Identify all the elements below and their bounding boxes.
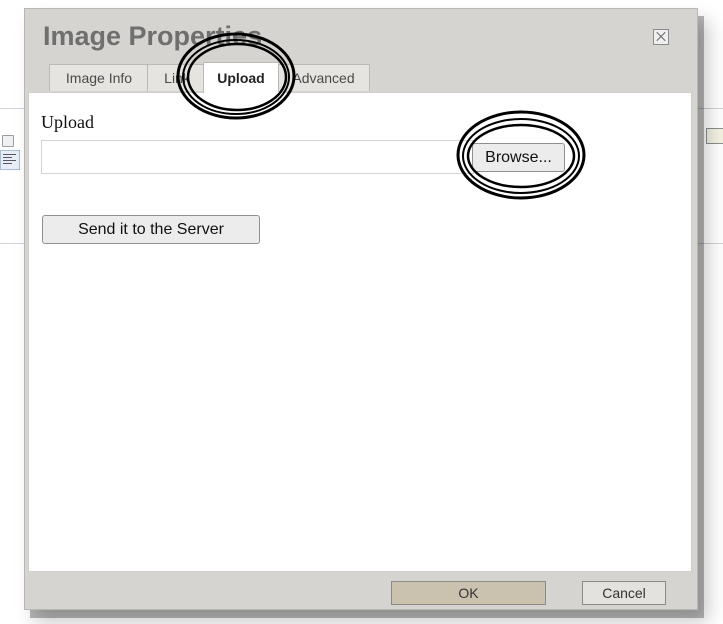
cancel-button[interactable]: Cancel	[582, 581, 666, 605]
tab-upload[interactable]: Upload	[203, 62, 279, 93]
file-path-input[interactable]	[41, 140, 474, 174]
tab-link[interactable]: Link	[147, 64, 207, 91]
print-icon[interactable]	[2, 135, 14, 147]
align-left-icon[interactable]	[0, 150, 20, 170]
browse-button[interactable]: Browse...	[472, 143, 565, 172]
upload-panel: Upload Browse... Send it to the Server	[28, 92, 692, 572]
tab-advanced[interactable]: Advanced	[277, 64, 370, 91]
image-icon[interactable]	[706, 128, 723, 144]
send-to-server-button[interactable]: Send it to the Server	[42, 215, 260, 244]
ok-button[interactable]: OK	[391, 581, 546, 605]
tab-image-info[interactable]: Image Info	[49, 64, 149, 91]
image-properties-dialog: Image Properties Image Info Link Upload …	[24, 8, 698, 610]
upload-label: Upload	[41, 112, 94, 132]
dialog-title: Image Properties	[43, 21, 263, 51]
close-icon[interactable]	[653, 29, 669, 45]
